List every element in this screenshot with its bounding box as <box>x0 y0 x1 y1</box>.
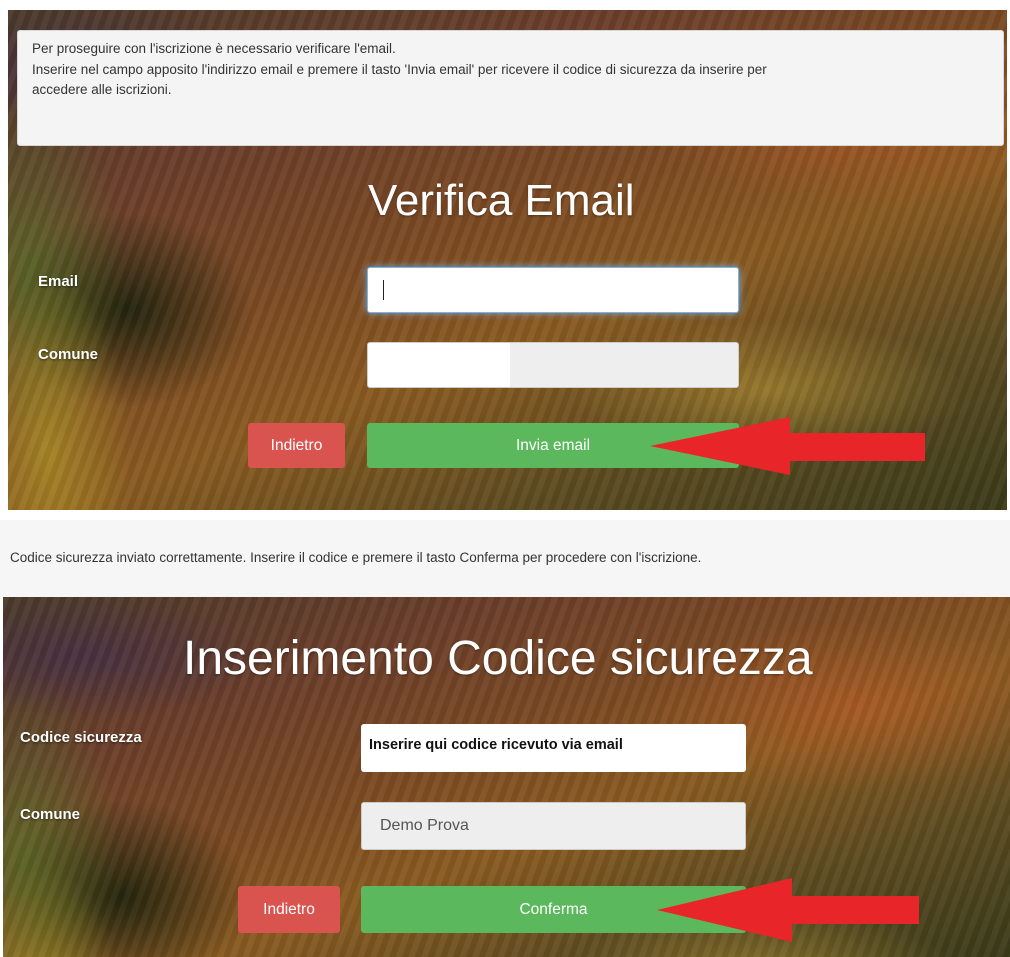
info-line: Inserire nel campo apposito l'indirizzo … <box>32 61 767 77</box>
comune-label: Comune <box>20 806 80 823</box>
security-code-title: Inserimento Codice sicurezza <box>183 632 813 685</box>
comune-label: Comune <box>38 346 98 363</box>
comune-field[interactable]: Demo Prova <box>361 802 746 850</box>
verify-email-title: Verifica Email <box>368 176 635 225</box>
comune-select[interactable] <box>367 342 739 388</box>
back-button[interactable]: Indietro <box>248 423 345 468</box>
info-line: Per proseguire con l'iscrizione è necess… <box>32 41 396 56</box>
email-input[interactable] <box>367 267 739 313</box>
red-arrow-annotation-icon <box>650 417 925 475</box>
verify-email-info-message: Per proseguire con l'iscrizione è necess… <box>17 30 1004 146</box>
code-sent-message: Codice sicurezza inviato correttamente. … <box>10 550 702 565</box>
back-button[interactable]: Indietro <box>238 886 340 933</box>
security-code-input[interactable]: Inserire qui codice ricevuto via email <box>361 724 746 772</box>
email-label: Email <box>38 273 79 290</box>
info-line: accedere alle iscrizioni. <box>32 82 172 97</box>
red-arrow-annotation-icon <box>657 878 919 942</box>
security-code-label: Codice sicurezza <box>20 729 142 746</box>
text-caret-icon <box>383 280 384 300</box>
comune-select-fill <box>368 343 510 387</box>
